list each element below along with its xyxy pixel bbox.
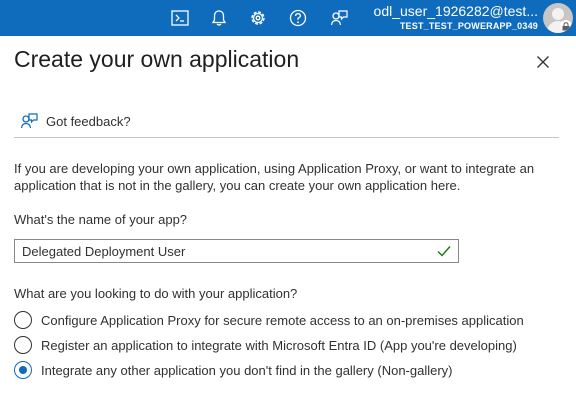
notifications-icon[interactable] [207,6,231,30]
purpose-question-label: What are you looking to do with your app… [14,286,298,301]
close-icon [537,56,549,68]
top-bar: odl_user_1926282@test... TEST_TEST_POWER… [0,0,576,36]
account-tenant-name: TEST_TEST_POWERAPP_0349 [399,21,538,31]
got-feedback-label: Got feedback? [46,113,131,129]
intro-text: If you are developing your own applicati… [14,161,535,193]
radio-application-proxy[interactable] [14,311,32,329]
lock-icon [560,20,572,32]
option-non-gallery-label: Integrate any other application you don'… [41,362,453,378]
settings-icon[interactable] [246,6,270,30]
radio-non-gallery[interactable] [14,361,32,379]
page-title: Create your own application [14,46,300,72]
account-menu[interactable]: odl_user_1926282@test... TEST_TEST_POWER… [374,3,538,32]
avatar-head [552,8,564,20]
app-name-label: What's the name of your app? [14,212,188,227]
option-application-proxy[interactable]: Configure Application Proxy for secure r… [14,310,524,330]
cloud-shell-icon[interactable] [168,6,192,30]
option-register-app[interactable]: Register an application to integrate wit… [14,335,517,355]
app-name-input[interactable]: Delegated Deployment User [14,239,459,263]
option-application-proxy-label: Configure Application Proxy for secure r… [41,312,524,328]
avatar[interactable] [543,3,573,33]
option-non-gallery[interactable]: Integrate any other application you don'… [14,360,453,380]
option-register-app-label: Register an application to integrate wit… [41,337,517,353]
help-icon[interactable] [286,6,310,30]
radio-register-app[interactable] [14,336,32,354]
feedback-person-icon [20,113,38,129]
got-feedback-button[interactable]: Got feedback? [20,110,131,132]
account-user-name: odl_user_1926282@test... [373,3,538,19]
app-name-value: Delegated Deployment User [22,243,186,259]
checkmark-icon [437,246,451,257]
close-button[interactable] [533,52,553,72]
feedback-icon[interactable] [327,6,351,30]
divider [14,137,559,138]
